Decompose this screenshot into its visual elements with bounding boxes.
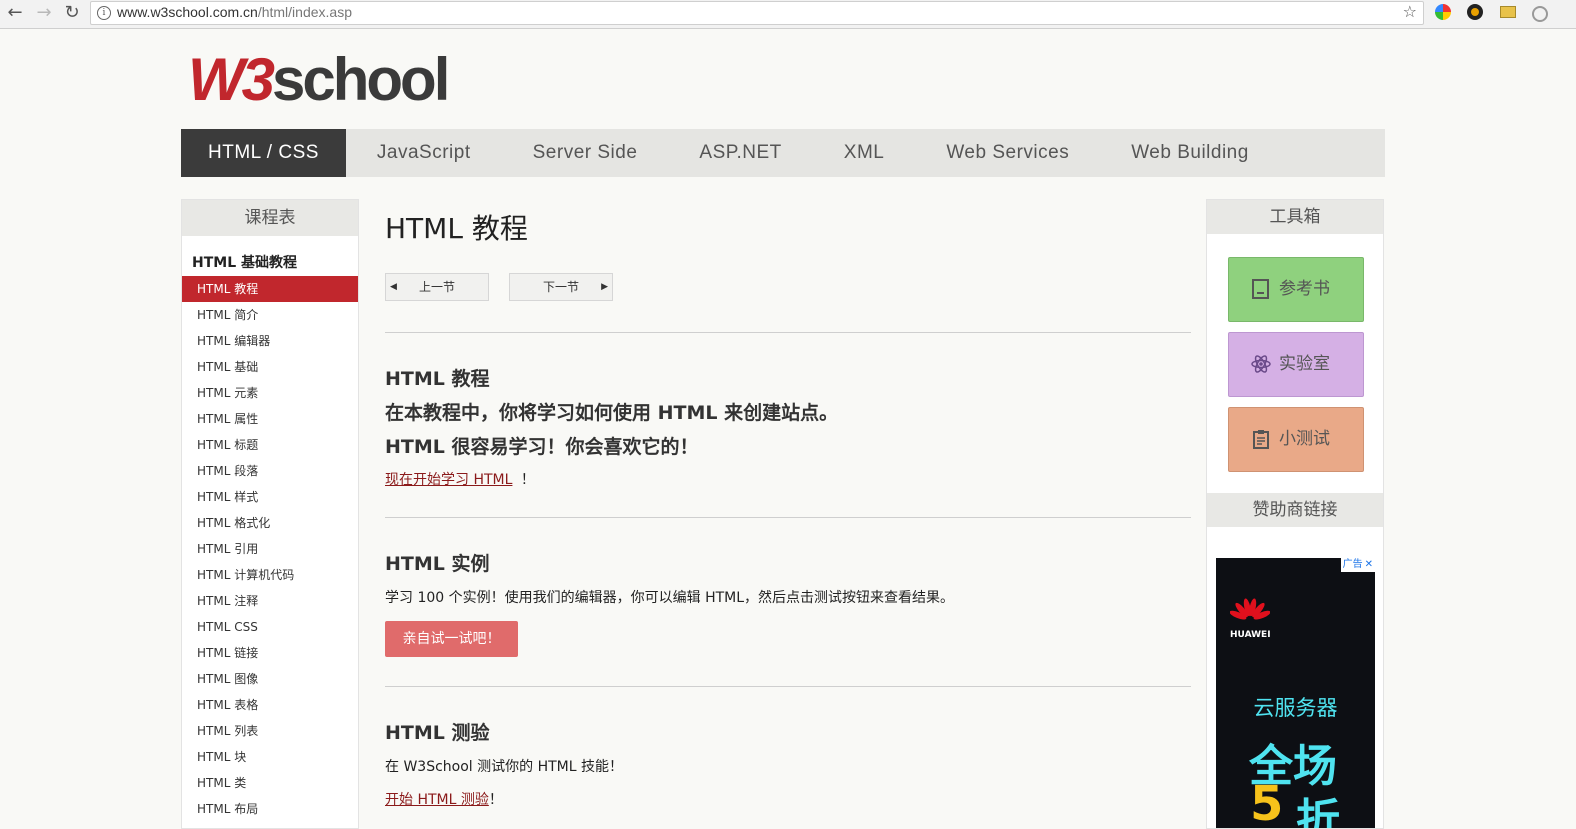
- next-section-button[interactable]: 下一节 ▶: [509, 273, 613, 301]
- clipboard-icon: [1253, 430, 1269, 449]
- forward-button[interactable]: →: [33, 2, 55, 24]
- ad-tag[interactable]: 广告 ✕: [1340, 558, 1375, 572]
- topnav-item[interactable]: Server Side: [502, 129, 669, 177]
- examples-text: 学习 100 个实例！使用我们的编辑器，你可以编辑 HTML，然后点击测试按钮来…: [385, 590, 955, 606]
- divider: [385, 332, 1191, 333]
- topnav-item[interactable]: ASP.NET: [668, 129, 812, 177]
- back-button[interactable]: ←: [4, 2, 26, 24]
- course-sidebar: 课程表 HTML 基础教程 HTML 教程 HTML 简介 HTML 编辑器 HTML…: [181, 199, 359, 829]
- sidebar-item[interactable]: HTML 编辑器: [182, 328, 358, 354]
- reference-button[interactable]: 参考书: [1228, 257, 1364, 322]
- sidebar-item[interactable]: HTML 引用: [182, 536, 358, 562]
- sidebar-item[interactable]: HTML 格式化: [182, 510, 358, 536]
- camera-icon[interactable]: [1467, 4, 1483, 20]
- quiz-link-row: 开始 HTML 测验！: [385, 789, 503, 809]
- close-icon[interactable]: ✕: [1365, 559, 1373, 570]
- sidebar-item[interactable]: HTML 元素: [182, 380, 358, 406]
- advertisement[interactable]: 广告 ✕ HUAWEI 云服务器 全场 5 折: [1216, 558, 1375, 828]
- quiz-button[interactable]: 小测试: [1228, 407, 1364, 472]
- lab-button[interactable]: 实验室: [1228, 332, 1364, 397]
- sidebar-item[interactable]: HTML 计算机代码: [182, 562, 358, 588]
- page-title: HTML 教程: [385, 212, 528, 245]
- start-link-row: 现在开始学习 HTML ！: [385, 469, 535, 489]
- logo-w3: W3: [188, 46, 275, 113]
- start-link-suffix: ！: [520, 472, 535, 488]
- url-text[interactable]: www.w3school.com.cn/html/index.asp: [117, 4, 352, 20]
- atom-icon: [1251, 355, 1271, 373]
- topnav-item[interactable]: JavaScript: [346, 129, 502, 177]
- section-heading-tutorial: HTML 教程: [385, 368, 490, 390]
- sidebar-item[interactable]: HTML 列表: [182, 718, 358, 744]
- sidebar-item[interactable]: HTML 类: [182, 770, 358, 796]
- ad-big-text-2: 5: [1250, 776, 1284, 828]
- next-label: 下一节: [543, 280, 580, 294]
- lab-label: 实验室: [1279, 354, 1330, 374]
- topnav-item[interactable]: Web Building: [1100, 129, 1280, 177]
- sidebar-item[interactable]: HTML 标题: [182, 432, 358, 458]
- url-path: /html/index.asp: [257, 4, 352, 20]
- bookmark-star-icon[interactable]: ☆: [1403, 2, 1417, 21]
- section-heading-quiz: HTML 测验: [385, 722, 490, 744]
- caret-right-icon: ▶: [601, 282, 608, 292]
- huawei-logo: [1230, 598, 1270, 620]
- color-wheel-icon[interactable]: [1435, 4, 1451, 20]
- intro-line-1: 在本教程中，你将学习如何使用 HTML 来创建站点。: [385, 402, 839, 424]
- sidebar-item[interactable]: HTML 布局: [182, 796, 358, 822]
- sidebar-item[interactable]: HTML CSS: [182, 614, 358, 640]
- site-logo[interactable]: W3school: [188, 40, 450, 120]
- quiz-link-suffix: ！: [488, 792, 503, 808]
- start-learning-link[interactable]: 现在开始学习 HTML: [385, 472, 512, 488]
- book-icon: [1252, 279, 1269, 299]
- ad-brand: HUAWEI: [1230, 630, 1271, 640]
- browser-toolbar: ← → ↻ i www.w3school.com.cn/html/index.a…: [0, 0, 1576, 29]
- address-bar[interactable]: i www.w3school.com.cn/html/index.asp ☆: [90, 1, 1424, 25]
- ad-tag-label: 广告: [1342, 559, 1363, 570]
- sidebar-subheading: HTML 基础教程: [192, 255, 297, 271]
- divider: [385, 517, 1191, 518]
- reload-button[interactable]: ↻: [61, 2, 83, 24]
- divider: [385, 686, 1191, 687]
- url-host: www.w3school.com.cn: [117, 4, 258, 20]
- sidebar-item[interactable]: HTML 简介: [182, 302, 358, 328]
- sidebar-heading: 课程表: [182, 200, 358, 236]
- toolbox-sidebar: 工具箱 参考书 实验室 小测试 赞助商链接 广告 ✕ HUAWEI 云服务器 全…: [1206, 199, 1384, 829]
- ad-headline: 云服务器: [1253, 696, 1338, 720]
- sidebar-item[interactable]: HTML 注释: [182, 588, 358, 614]
- start-quiz-link[interactable]: 开始 HTML 测验: [385, 792, 489, 808]
- toolbox-heading: 工具箱: [1207, 200, 1383, 234]
- sidebar-item[interactable]: HTML 段落: [182, 458, 358, 484]
- sidebar-item[interactable]: HTML 图像: [182, 666, 358, 692]
- sidebar-item[interactable]: HTML 教程: [182, 276, 358, 302]
- quiz-label: 小测试: [1279, 429, 1330, 449]
- prev-section-button[interactable]: ◀ 上一节: [385, 273, 489, 301]
- sidebar-item[interactable]: HTML 样式: [182, 484, 358, 510]
- circle-icon[interactable]: [1532, 6, 1548, 22]
- top-navigation: HTML / CSS JavaScript Server Side ASP.NET XM…: [181, 129, 1385, 177]
- topnav-item[interactable]: Web Services: [915, 129, 1100, 177]
- sidebar-item[interactable]: HTML 表格: [182, 692, 358, 718]
- quiz-text: 在 W3School 测试你的 HTML 技能！: [385, 759, 623, 775]
- intro-line-2: HTML 很容易学习！你会喜欢它的！: [385, 436, 699, 458]
- sidebar-item[interactable]: HTML 链接: [182, 640, 358, 666]
- sponsor-heading: 赞助商链接: [1207, 493, 1383, 527]
- info-icon[interactable]: i: [97, 6, 111, 20]
- logo-school: school: [272, 46, 450, 113]
- sidebar-item[interactable]: HTML 基础: [182, 354, 358, 380]
- try-it-button[interactable]: 亲自试一试吧！: [385, 621, 518, 657]
- sidebar-list: HTML 教程 HTML 简介 HTML 编辑器 HTML 基础 HTML 元素 HTML…: [182, 276, 358, 822]
- section-heading-examples: HTML 实例: [385, 553, 490, 575]
- topnav-item[interactable]: XML: [813, 129, 916, 177]
- prev-label: 上一节: [419, 280, 456, 294]
- reference-label: 参考书: [1279, 279, 1330, 299]
- ad-big-text-3: 折: [1296, 795, 1340, 828]
- folder-icon[interactable]: [1500, 6, 1516, 18]
- sidebar-item[interactable]: HTML 块: [182, 744, 358, 770]
- sidebar-item[interactable]: HTML 属性: [182, 406, 358, 432]
- topnav-item[interactable]: HTML / CSS: [181, 129, 346, 177]
- caret-left-icon: ◀: [390, 282, 397, 292]
